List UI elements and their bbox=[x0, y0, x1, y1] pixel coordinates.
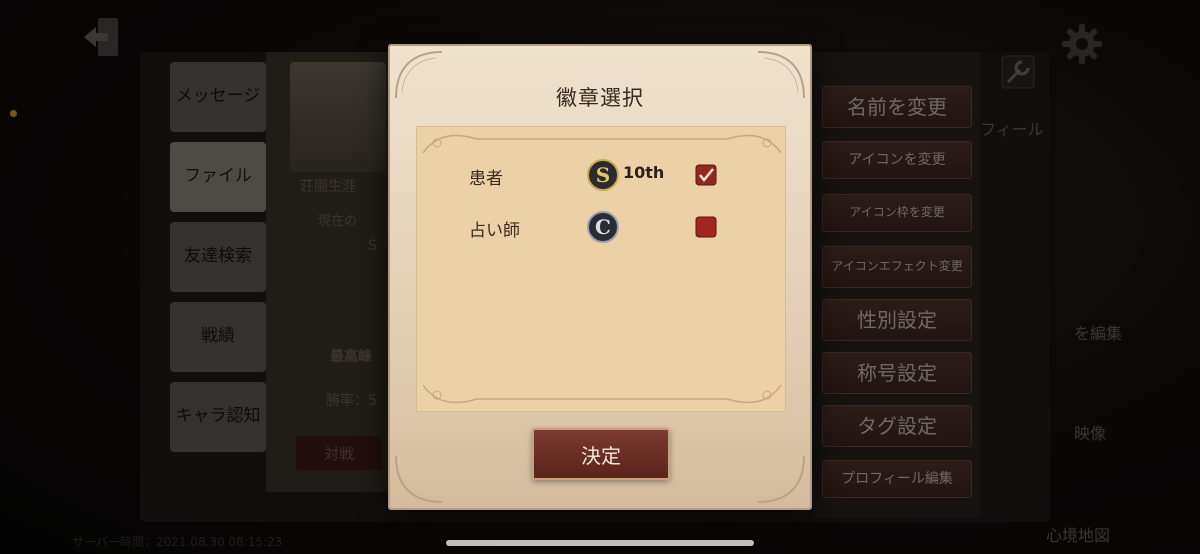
confirm-button[interactable]: 決定 bbox=[532, 428, 670, 480]
character-name: 患者 bbox=[469, 169, 503, 189]
badge-row[interactable]: 患者 S 10th bbox=[417, 155, 787, 195]
svg-text:C: C bbox=[595, 215, 611, 239]
s-badge-icon: S bbox=[587, 159, 619, 191]
c-badge-icon: C bbox=[587, 211, 619, 243]
home-indicator[interactable] bbox=[446, 540, 754, 546]
checkbox-checked[interactable] bbox=[695, 164, 717, 186]
corner-ornament bbox=[395, 455, 443, 503]
svg-text:S: S bbox=[596, 163, 610, 187]
character-name: 占い師 bbox=[469, 221, 520, 241]
badge-select-dialog: 徽章選択 患者 S 10th 占い師 C 決定 bbox=[388, 44, 812, 510]
corner-ornament bbox=[757, 455, 805, 503]
badge-rank: 10th bbox=[623, 163, 665, 182]
badge-row[interactable]: 占い師 C bbox=[417, 207, 787, 247]
panel-bottom-ornament bbox=[422, 384, 782, 404]
dialog-title: 徽章選択 bbox=[556, 86, 644, 110]
checkbox-unchecked[interactable] bbox=[695, 216, 717, 238]
badge-list: 患者 S 10th 占い師 C bbox=[416, 126, 786, 412]
